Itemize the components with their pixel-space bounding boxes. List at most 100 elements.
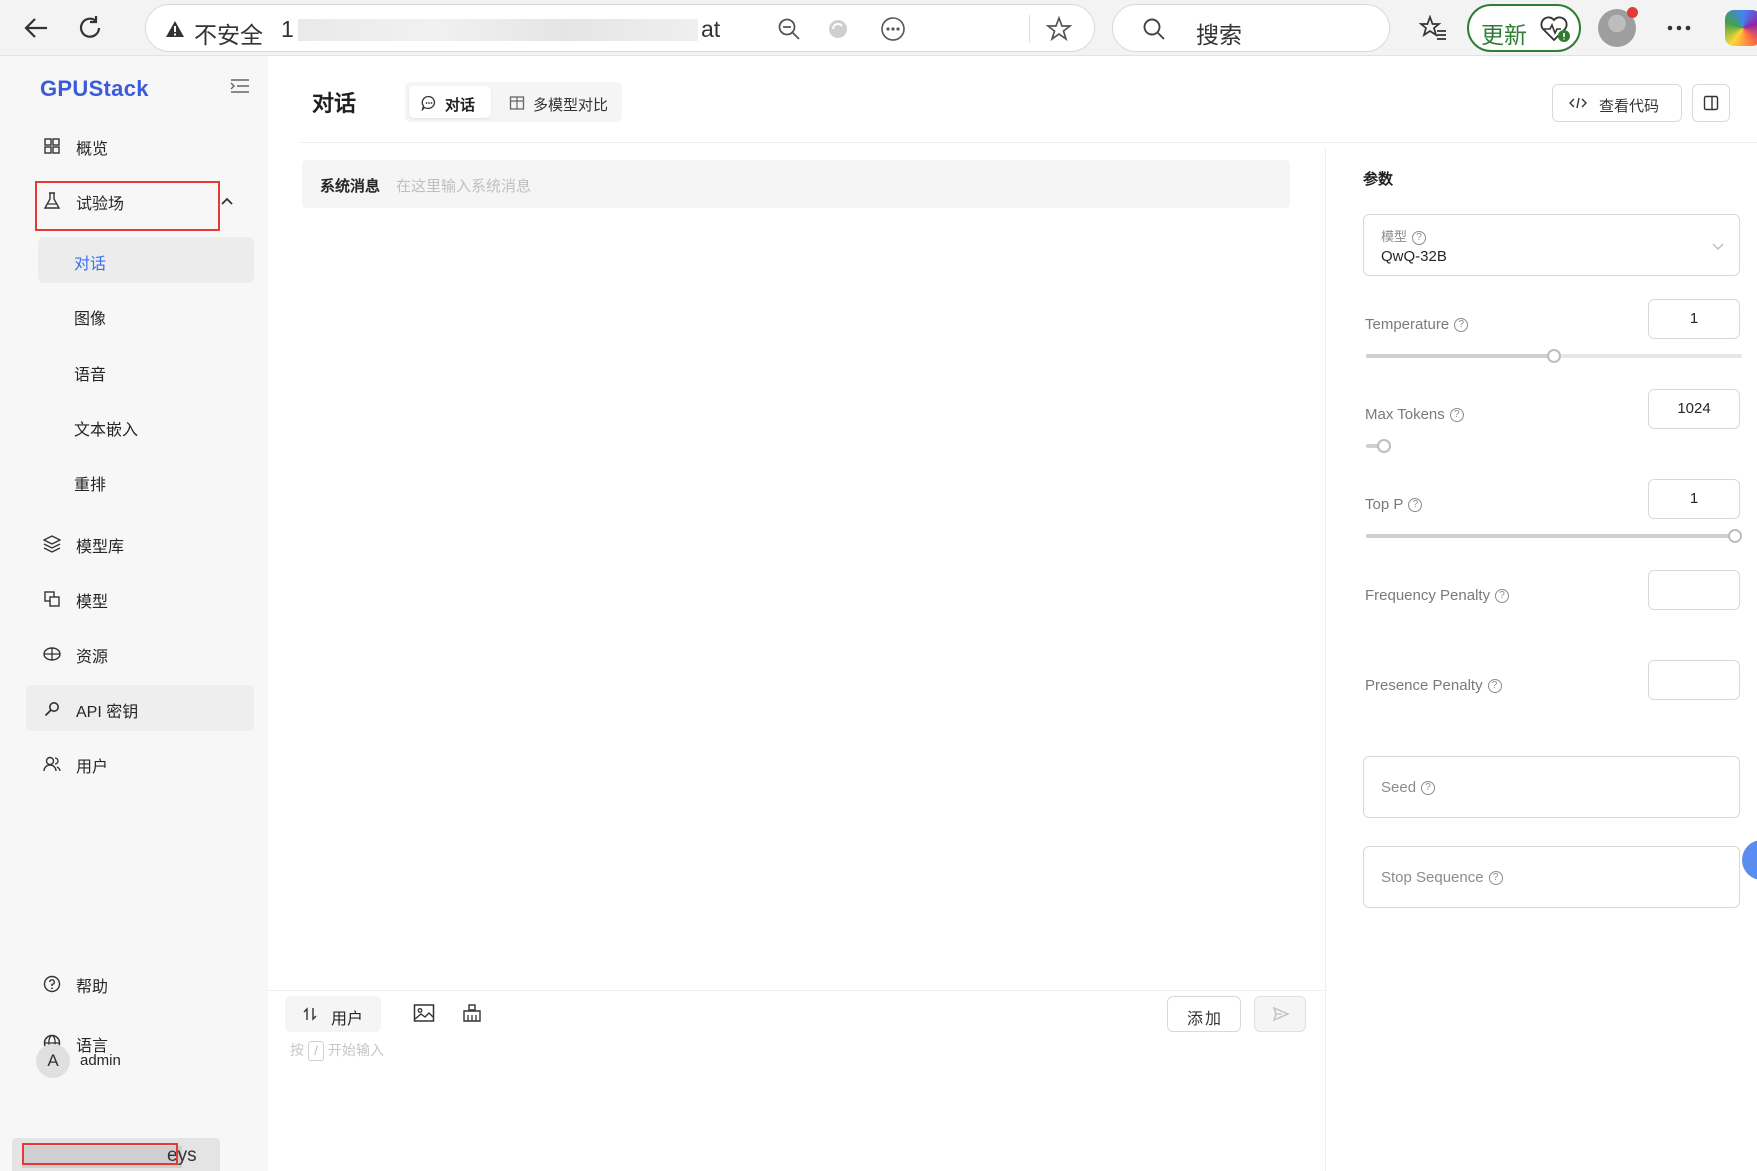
max-tokens-slider-handle[interactable]	[1377, 439, 1391, 453]
temperature-label-text: Temperature	[1365, 316, 1450, 333]
highlight-box-popup	[22, 1143, 178, 1165]
stop-sequence-label-text: Stop Sequence	[1381, 869, 1484, 886]
help-label: 帮助	[76, 979, 109, 996]
tab-multi-model-compare[interactable]: 多模型对比	[497, 86, 617, 118]
sidebar-help[interactable]: 帮助	[26, 960, 254, 1006]
compare-icon	[509, 95, 525, 111]
menu-collapse-icon[interactable]	[230, 78, 252, 98]
add-message-button[interactable]: 添加	[1167, 996, 1241, 1032]
presence-penalty-input[interactable]	[1648, 660, 1740, 700]
browser-profile-avatar[interactable]	[1598, 7, 1638, 47]
sidebar-item-api-keys[interactable]: API 密钥	[26, 685, 254, 731]
send-button[interactable]	[1254, 996, 1306, 1032]
chevron-down-icon	[1711, 239, 1725, 251]
sidebar-item-users[interactable]: 用户	[26, 740, 254, 786]
tab-chat[interactable]: 对话	[409, 86, 491, 118]
floating-assistant-button[interactable]	[1742, 840, 1757, 880]
copilot-icon[interactable]	[1725, 10, 1757, 46]
system-message-label: 系统消息	[320, 178, 381, 195]
question-icon: ?	[1421, 781, 1436, 796]
browser-search-box[interactable]: 搜索	[1112, 4, 1390, 52]
chevron-up-icon[interactable]	[220, 193, 234, 207]
sidebar-item-overview[interactable]: 概览	[26, 122, 254, 168]
seed-label: Seed?	[1381, 779, 1436, 796]
model-select-value: QwQ-32B	[1381, 248, 1447, 265]
sidebar-subitem-label: 语音	[74, 367, 107, 384]
code-icon	[1569, 96, 1587, 112]
sidebar-item-models[interactable]: 模型	[26, 575, 254, 621]
temperature-slider-handle[interactable]	[1547, 349, 1561, 363]
image-upload-icon[interactable]	[413, 1003, 435, 1025]
sidebar-item-resources[interactable]: 资源	[26, 630, 254, 676]
back-arrow-icon[interactable]	[16, 8, 56, 48]
sidebar-subitem-speech[interactable]: 语音	[38, 348, 254, 394]
max-tokens-input[interactable]: 1024	[1648, 389, 1740, 429]
params-title: 参数	[1363, 171, 1394, 188]
sidebar-item-label: API 密钥	[76, 704, 139, 721]
question-icon: ?	[1495, 589, 1510, 604]
hint-prefix: 按	[290, 1042, 304, 1058]
favorite-star-icon[interactable]	[1044, 14, 1074, 44]
translate-icon[interactable]	[823, 14, 853, 44]
model-icon	[42, 589, 62, 609]
browser-toolbar: 不安全 1 at 搜索 更新	[0, 0, 1757, 56]
reload-icon[interactable]	[70, 8, 110, 48]
system-message-input[interactable]: 系统消息 在这里输入系统消息	[302, 160, 1290, 208]
role-label: 用户	[331, 1011, 364, 1028]
sidebar-item-label: 资源	[76, 649, 109, 666]
page-title: 对话	[312, 91, 357, 116]
panel-divider	[1325, 148, 1326, 1171]
temperature-slider-fill	[1366, 354, 1554, 358]
insecure-label: 不安全	[194, 22, 263, 48]
url-prefix: 1	[281, 16, 294, 42]
sidebar-item-model-library[interactable]: 模型库	[26, 520, 254, 566]
address-bar[interactable]: 不安全 1 at	[145, 4, 1095, 52]
top-p-label-text: Top P	[1365, 496, 1404, 513]
highlight-box-playground	[35, 181, 220, 231]
top-p-label: Top P?	[1365, 496, 1423, 513]
sidebar-item-label: 概览	[76, 141, 109, 158]
gpustack-logo[interactable]: GPUStack	[40, 76, 149, 102]
sidebar-subitem-rerank[interactable]: 重排	[38, 458, 254, 504]
question-icon: ?	[1408, 498, 1423, 513]
seed-field[interactable]: Seed?	[1363, 756, 1740, 818]
max-tokens-label-text: Max Tokens	[1365, 406, 1445, 423]
clear-chat-icon[interactable]	[462, 1003, 484, 1025]
warning-icon[interactable]	[160, 14, 190, 44]
frequency-penalty-input[interactable]	[1648, 570, 1740, 610]
view-code-button[interactable]: 查看代码	[1552, 84, 1682, 122]
sidebar-subitem-image[interactable]: 图像	[38, 292, 254, 338]
question-icon: ?	[1412, 230, 1427, 245]
question-icon: ?	[1488, 871, 1503, 886]
tab-label: 多模型对比	[533, 97, 609, 114]
help-icon	[42, 974, 62, 994]
temperature-slider[interactable]	[1366, 349, 1742, 363]
toggle-panel-button[interactable]	[1692, 84, 1730, 122]
max-tokens-slider[interactable]	[1366, 439, 1742, 453]
sidebar-subitem-embedding[interactable]: 文本嵌入	[38, 403, 254, 449]
more-circle-icon[interactable]	[878, 14, 908, 44]
zoom-out-icon[interactable]	[774, 14, 804, 44]
sidebar-subitem-chat[interactable]: 对话	[38, 237, 254, 283]
avatar: A	[36, 1044, 70, 1078]
top-p-slider-fill	[1366, 534, 1735, 538]
top-p-input[interactable]: 1	[1648, 479, 1740, 519]
input-hint: 按 / 开始输入	[290, 1040, 384, 1062]
more-options-icon[interactable]	[1659, 8, 1699, 48]
top-p-slider-handle[interactable]	[1728, 529, 1742, 543]
model-select[interactable]: 模型? QwQ-32B	[1363, 214, 1740, 276]
question-icon: ?	[1449, 408, 1464, 423]
sidebar-subitem-label: 对话	[74, 256, 107, 273]
role-toggle-button[interactable]: 用户	[285, 996, 381, 1032]
stop-sequence-field[interactable]: Stop Sequence?	[1363, 846, 1740, 908]
browser-update-button[interactable]: 更新	[1467, 4, 1581, 52]
model-select-label: 模型?	[1381, 226, 1427, 245]
sidebar-subitem-label: 文本嵌入	[74, 422, 139, 439]
heart-pulse-icon	[1539, 14, 1571, 44]
temperature-input[interactable]: 1	[1648, 299, 1740, 339]
favorites-list-icon[interactable]	[1413, 8, 1453, 48]
add-label: 添加	[1187, 1011, 1224, 1028]
question-icon: ?	[1454, 318, 1469, 333]
top-p-slider[interactable]	[1366, 529, 1742, 543]
model-library-icon	[42, 534, 62, 554]
